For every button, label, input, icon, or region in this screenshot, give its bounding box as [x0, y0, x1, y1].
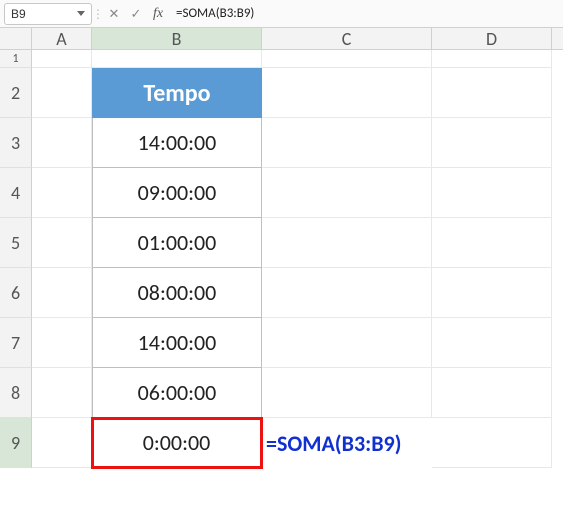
- cell-C4[interactable]: [262, 168, 432, 218]
- cell-B2[interactable]: Tempo: [92, 68, 262, 118]
- row-header-2[interactable]: 2: [0, 68, 32, 118]
- cell-C2[interactable]: [262, 68, 432, 118]
- cell-D5[interactable]: [432, 218, 552, 268]
- cell-A2[interactable]: [32, 68, 92, 118]
- row-header-6[interactable]: 6: [0, 268, 32, 318]
- row-header-3[interactable]: 3: [0, 118, 32, 168]
- row-7: 7 14:00:00: [0, 318, 563, 368]
- row-5: 5 01:00:00: [0, 218, 563, 268]
- cell-A3[interactable]: [32, 118, 92, 168]
- row-header-8[interactable]: 8: [0, 368, 32, 418]
- cell-C3[interactable]: [262, 118, 432, 168]
- cell-C8[interactable]: [262, 368, 432, 418]
- cell-A1[interactable]: [32, 50, 92, 68]
- select-all-corner[interactable]: [0, 28, 32, 49]
- accept-icon[interactable]: ✓: [126, 4, 146, 24]
- cell-C1[interactable]: [262, 50, 432, 68]
- cell-C7[interactable]: [262, 318, 432, 368]
- row-header-4[interactable]: 4: [0, 168, 32, 218]
- cell-B8[interactable]: 06:00:00: [92, 368, 262, 418]
- column-header-C[interactable]: C: [262, 28, 432, 49]
- formula-bar: B9 ⋮ ✕ ✓ fx =SOMA(B3:B9): [0, 0, 563, 28]
- formula-annotation: =SOMA(B3:B9): [262, 418, 432, 468]
- cell-B5[interactable]: 01:00:00: [92, 218, 262, 268]
- cell-B7[interactable]: 14:00:00: [92, 318, 262, 368]
- name-box-value: B9: [11, 7, 26, 21]
- cell-D2[interactable]: [432, 68, 552, 118]
- cancel-icon[interactable]: ✕: [104, 4, 124, 24]
- cell-C5[interactable]: [262, 218, 432, 268]
- cell-B9[interactable]: 0:00:00: [92, 418, 262, 468]
- cell-D4[interactable]: [432, 168, 552, 218]
- cell-A8[interactable]: [32, 368, 92, 418]
- row-2: 2 Tempo: [0, 68, 563, 118]
- column-headers: A B C D: [0, 28, 563, 50]
- rows: 1 2 Tempo 3 14:00:00 4 09:00:00: [0, 50, 563, 468]
- row-header-5[interactable]: 5: [0, 218, 32, 268]
- separator: ⋮: [96, 5, 100, 23]
- row-6: 6 08:00:00: [0, 268, 563, 318]
- row-4: 4 09:00:00: [0, 168, 563, 218]
- cell-D7[interactable]: [432, 318, 552, 368]
- row-header-1[interactable]: 1: [0, 50, 32, 68]
- fx-icon[interactable]: fx: [148, 4, 168, 24]
- spreadsheet-grid: A B C D 1 2 Tempo 3 14:00:00 4: [0, 28, 563, 468]
- column-header-D[interactable]: D: [432, 28, 552, 49]
- chevron-down-icon: [77, 11, 85, 16]
- cell-B3[interactable]: 14:00:00: [92, 118, 262, 168]
- row-9: 9 0:00:00 =SOMA(B3:B9): [0, 418, 563, 468]
- cell-B6[interactable]: 08:00:00: [92, 268, 262, 318]
- row-header-7[interactable]: 7: [0, 318, 32, 368]
- row-8: 8 06:00:00: [0, 368, 563, 418]
- cell-D3[interactable]: [432, 118, 552, 168]
- cell-D9[interactable]: [432, 418, 552, 468]
- row-header-9[interactable]: 9: [0, 418, 32, 468]
- cell-A5[interactable]: [32, 218, 92, 268]
- cell-D6[interactable]: [432, 268, 552, 318]
- cell-A4[interactable]: [32, 168, 92, 218]
- formula-input[interactable]: =SOMA(B3:B9): [172, 3, 559, 25]
- cell-A6[interactable]: [32, 268, 92, 318]
- cell-C6[interactable]: [262, 268, 432, 318]
- cell-D1[interactable]: [432, 50, 552, 68]
- column-header-A[interactable]: A: [32, 28, 92, 49]
- name-box[interactable]: B9: [4, 3, 92, 25]
- cell-A9[interactable]: [32, 418, 92, 468]
- row-1: 1: [0, 50, 563, 68]
- formula-bar-buttons: ✕ ✓ fx: [104, 4, 168, 24]
- column-header-B[interactable]: B: [92, 28, 262, 49]
- cell-B4[interactable]: 09:00:00: [92, 168, 262, 218]
- row-3: 3 14:00:00: [0, 118, 563, 168]
- cell-A7[interactable]: [32, 318, 92, 368]
- cell-D8[interactable]: [432, 368, 552, 418]
- cell-B1[interactable]: [92, 50, 262, 68]
